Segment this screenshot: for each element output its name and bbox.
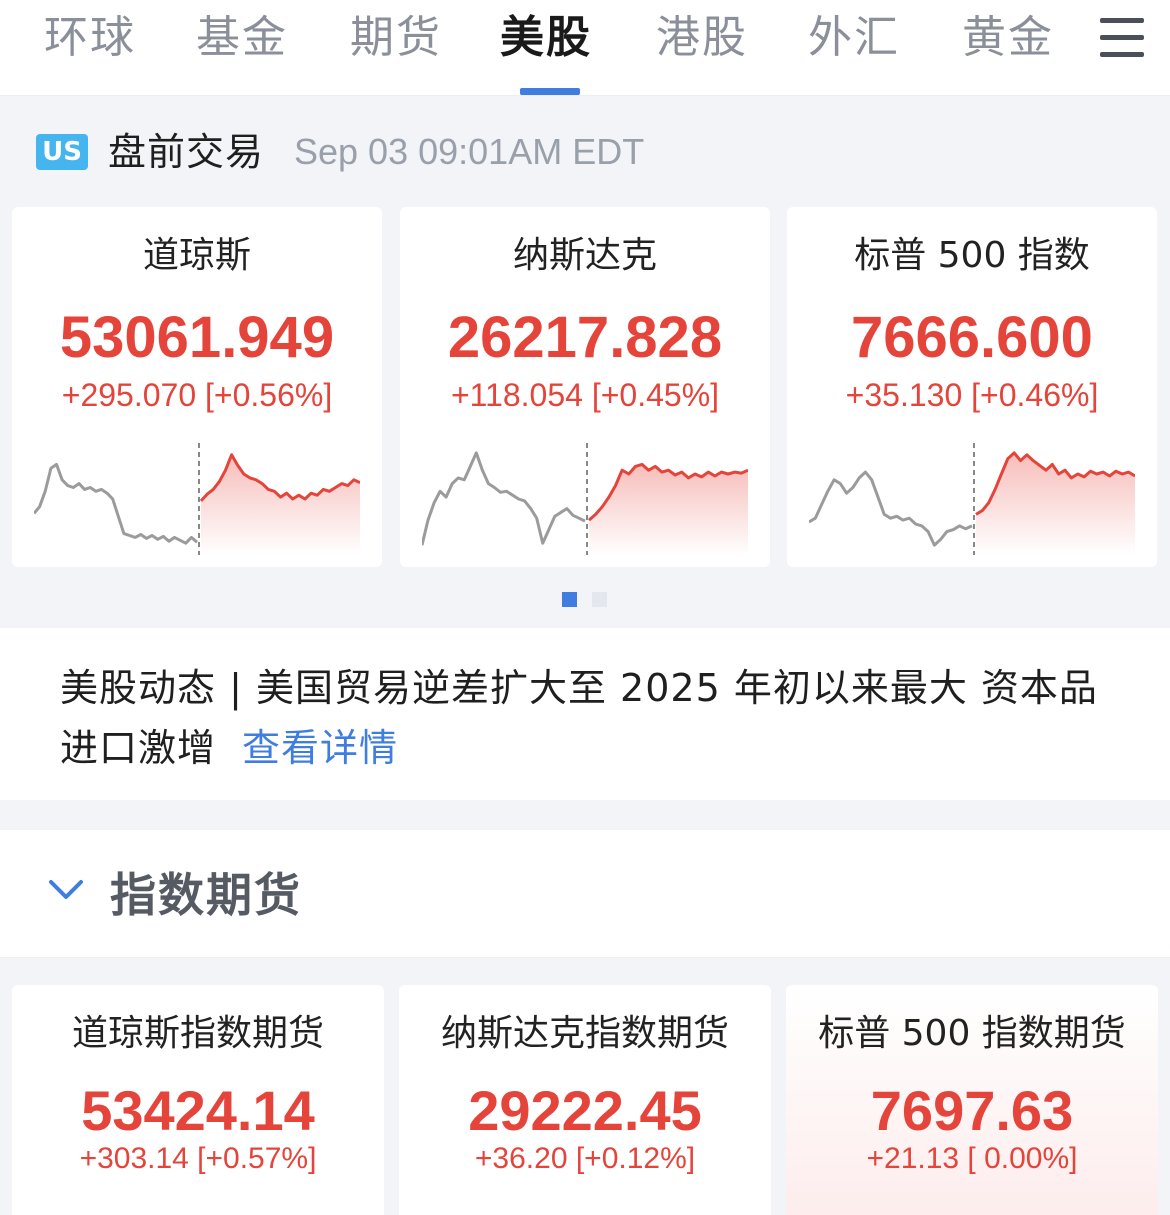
futures-price: 7697.63 (870, 1079, 1074, 1142)
news-headline: 美股动态 | 美国贸易逆差扩大至 2025 年初以来最大 资本品进口激增 (60, 666, 1098, 770)
tab-gold[interactable]: 黄金 (962, 6, 1054, 70)
index-card-sp500[interactable]: 标普 500 指数 7666.600 +35.130 [+0.46%] (787, 207, 1157, 567)
futures-name: 标普 500 指数期货 (818, 1013, 1126, 1054)
chevron-down-icon[interactable] (48, 878, 84, 902)
futures-change: +36.20 [+0.12%] (474, 1142, 696, 1175)
market-status-header: US 盘前交易 Sep 03 09:01AM EDT (36, 128, 936, 176)
sparkline-previous-session (809, 470, 973, 547)
sparkline-chart (809, 443, 1135, 555)
futures-card-nasdaq[interactable]: 纳斯达克指数期货 29222.45 +36.20 [+0.12%] (399, 985, 771, 1215)
index-change: +35.130 [+0.46%] (845, 377, 1099, 413)
index-name: 标普 500 指数 (854, 235, 1090, 276)
view-details-link[interactable]: 查看详情 (242, 726, 398, 770)
futures-card-sp500[interactable]: 标普 500 指数期货 7697.63 +21.13 [ 0.00%] (786, 985, 1158, 1215)
news-headline-block: 美股动态 | 美国贸易逆差扩大至 2025 年初以来最大 资本品进口激增 查看详情 (60, 658, 1120, 778)
futures-price: 29222.45 (468, 1079, 702, 1142)
sparkline-chart (34, 443, 360, 555)
trading-session-label: 盘前交易 (108, 130, 265, 174)
tab-hk-stocks[interactable]: 港股 (656, 6, 748, 70)
carousel-pager (562, 592, 612, 608)
tab-us-stocks[interactable]: 美股 (500, 6, 592, 70)
news-banner[interactable]: 美股动态 | 美国贸易逆差扩大至 2025 年初以来最大 资本品进口激增 查看详情 (0, 628, 1170, 800)
tab-global[interactable]: 环球 (44, 6, 136, 70)
index-card-dow[interactable]: 道琼斯 53061.949 +295.070 [+0.56%] (12, 207, 382, 567)
index-card-nasdaq[interactable]: 纳斯达克 26217.828 +118.054 [+0.45%] (400, 207, 770, 567)
index-change: +295.070 [+0.56%] (61, 377, 333, 413)
index-price: 7666.600 (851, 305, 1093, 370)
us-market-badge: US (36, 134, 88, 170)
sparkline-previous-session (34, 462, 198, 545)
futures-change: +21.13 [ 0.00%] (866, 1142, 1078, 1175)
futures-price: 53424.14 (81, 1079, 315, 1142)
pager-dot[interactable] (592, 592, 607, 607)
sparkline-area (589, 464, 748, 555)
futures-card-dow[interactable]: 道琼斯指数期货 53424.14 +303.14 [+0.57%] (12, 985, 384, 1215)
futures-section-header[interactable]: 指数期货 (0, 830, 1170, 958)
market-timestamp: Sep 03 09:01AM EDT (294, 131, 645, 172)
tab-funds[interactable]: 基金 (196, 6, 288, 70)
tab-futures[interactable]: 期货 (350, 6, 442, 70)
sparkline-previous-session (422, 451, 586, 546)
active-tab-indicator (520, 88, 580, 95)
index-price: 26217.828 (447, 305, 723, 370)
market-tab-bar: 环球 基金 期货 美股 港股 外汇 黄金 (0, 0, 1170, 96)
futures-change: +303.14 [+0.57%] (79, 1142, 317, 1175)
futures-name: 道琼斯指数期货 (71, 1013, 324, 1054)
section-title: 指数期货 (110, 868, 302, 922)
tab-forex[interactable]: 外汇 (808, 6, 900, 70)
sparkline-chart (422, 443, 748, 555)
index-name: 纳斯达克 (512, 235, 657, 276)
index-price: 53061.949 (59, 305, 335, 370)
index-change: +118.054 [+0.45%] (450, 377, 720, 413)
futures-name: 纳斯达克指数期货 (440, 1013, 729, 1054)
pager-dot-active[interactable] (562, 592, 577, 607)
hamburger-menu-icon[interactable] (1100, 18, 1144, 58)
index-name: 道琼斯 (142, 235, 251, 276)
